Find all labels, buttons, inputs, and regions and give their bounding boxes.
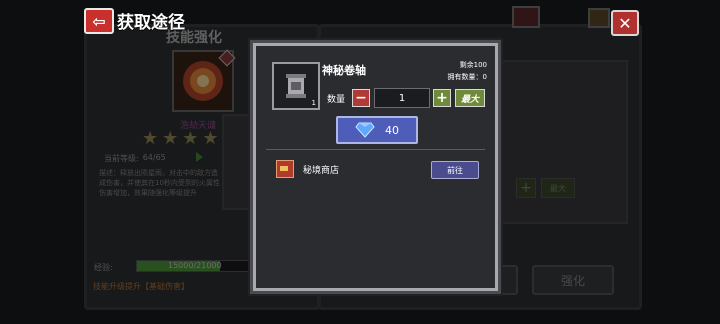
buy-button[interactable]: 40 [336,116,418,144]
price-value: 40 [385,123,399,137]
qty-label: 数量 [327,95,346,105]
source-name: 秘境商店 [303,166,340,176]
modal-divider [266,149,485,150]
decrease-button[interactable]: − [352,89,370,107]
max-button[interactable]: 最大 [455,89,485,107]
shop-icon [276,160,294,178]
close-icon: ✕ [618,13,632,33]
increase-button[interactable]: + [433,89,451,107]
item-name: 神秘卷轴 [322,64,366,77]
page-title: 获取途径 [117,13,185,33]
acquire-modal: 1 神秘卷轴 剩余100 拥有数量：0 数量 − 1 + 最大 40 秘境商店 … [253,43,498,291]
back-button[interactable]: ⇦ [84,8,114,34]
owned-count: 拥有数量：0 [447,73,487,81]
item-icon-frame: 1 [272,62,320,110]
quantity-input[interactable]: 1 [374,88,430,108]
gem-icon [355,122,375,138]
close-button[interactable]: ✕ [611,10,639,36]
item-count: 1 [311,99,316,107]
remaining-count: 剩余100 [459,61,487,69]
back-arrow-icon: ⇦ [92,11,106,31]
go-button[interactable]: 前往 [431,161,479,179]
